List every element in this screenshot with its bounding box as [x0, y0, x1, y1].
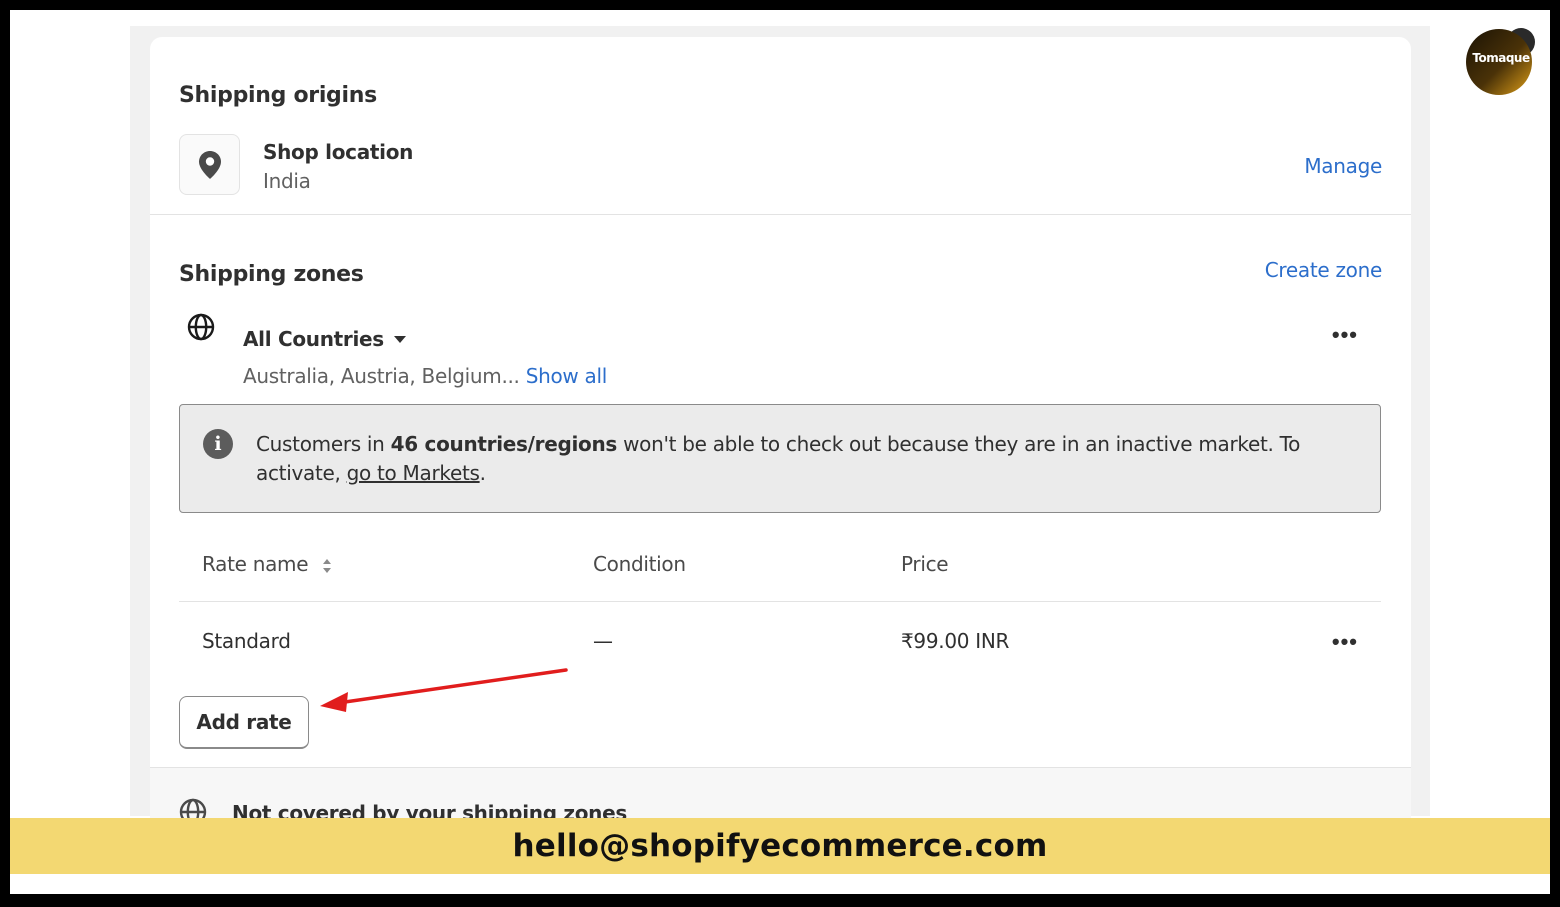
- annotation-arrow: [320, 668, 568, 712]
- footer-banner: hello@shopifyecommerce.com: [10, 818, 1550, 874]
- screenshot-frame: Shipping origins Shop location India Man…: [10, 10, 1550, 894]
- footer-email: hello@shopifyecommerce.com: [512, 828, 1048, 864]
- logo-text: Tomaque: [1472, 51, 1530, 65]
- brand-logo: Tomaque: [1465, 26, 1537, 98]
